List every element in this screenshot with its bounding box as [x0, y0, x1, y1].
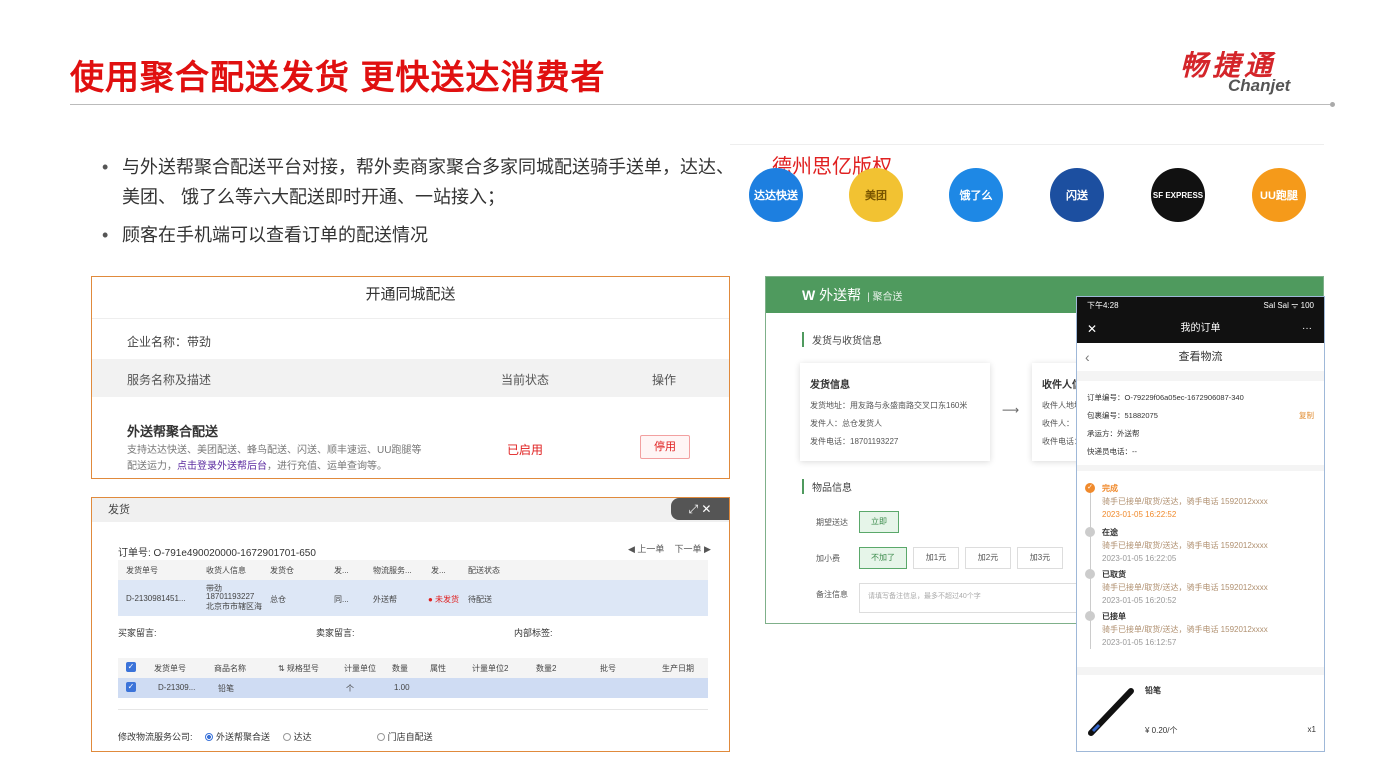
service-status: 已启用 — [507, 443, 544, 457]
dot-icon — [1085, 569, 1095, 579]
company-name: 企业名称：带劲 — [127, 335, 212, 349]
col-action: 操作 — [652, 373, 677, 387]
product-card: 铅笔 ¥ 0.20/个 x1 — [1077, 675, 1324, 751]
back-icon[interactable]: ‹ — [1085, 343, 1090, 371]
note-label: 备注信息 — [816, 590, 848, 599]
panel-title: 开通同城配送 — [92, 277, 729, 319]
radio-waisongbang[interactable] — [205, 733, 214, 741]
radio-dada[interactable] — [282, 733, 291, 741]
eleme-logo-icon: 饿了么 — [949, 168, 1003, 222]
title-divider — [70, 104, 1330, 105]
sender-card: 发货信息 发货地址：用友路与永盛南路交叉口东160米 发件人：总仓发货人 发件电… — [800, 363, 990, 461]
carrier-selector: 修改物流服务公司: 外送帮聚合送 达达 门店自配送 — [118, 732, 433, 742]
table-row[interactable]: ✓ D-21309... 铅笔 个 1.00 — [118, 678, 708, 698]
dot-icon — [1085, 611, 1095, 621]
bullet-item: 与外送帮聚合配送平台对接，帮外卖商家聚合多家同城配送骑手送单，达达、 美团、 饿… — [100, 152, 750, 212]
section-title: 发货与收货信息 — [802, 332, 882, 347]
waisongbang-logo-icon: W — [802, 287, 816, 303]
panel-title: 发货 — [92, 498, 729, 522]
section-title: 物品信息 — [802, 479, 852, 494]
bullet-list: 与外送帮聚合配送平台对接，帮外卖商家聚合多家同城配送骑手送单，达达、 美团、 饿… — [100, 152, 750, 258]
phone-tracking-screen: 下午4:28 Sal Sal ᯤ 100 ✕ 我的订单 ··· ‹ 查看物流 订… — [1076, 296, 1325, 752]
table-row[interactable]: D-2130981451... 带劲 18701193227 北京市市辖区海 总… — [118, 580, 708, 616]
activate-delivery-panel: 开通同城配送 企业名称：带劲 服务名称及描述 当前状态 操作 外送帮聚合配送 支… — [91, 276, 730, 479]
arrow-icon: ⟶ — [1002, 403, 1020, 417]
tip-chip[interactable]: 加2元 — [965, 547, 1011, 569]
shipping-panel: 发货 ⤢ ✕ 订单号: O-791e490020000-1672901701-6… — [91, 497, 730, 752]
logo-row-divider — [730, 144, 1324, 145]
col-service: 服务名称及描述 — [127, 373, 212, 387]
note-input[interactable]: 请填写备注信息，最多不超过40个字 — [859, 583, 1089, 613]
disable-button[interactable]: 停用 — [640, 435, 690, 459]
order-info: 订单编号：O-79229f06a05ec-1672906087-340 包裹编号… — [1077, 381, 1324, 465]
col-status: 当前状态 — [501, 373, 550, 387]
service-name: 外送帮聚合配送 — [127, 424, 219, 439]
shipment-table-header: 发货单号 收货人信息 发货仓 发... 物流服务... 发... 配送状态 — [118, 560, 708, 580]
close-icon[interactable]: ✕ — [1087, 315, 1097, 343]
title-divider-dot — [1330, 102, 1335, 107]
prev-order-button[interactable]: ◀ 上一单 — [628, 544, 664, 554]
expect-label: 期望送达 — [816, 518, 848, 527]
tip-chip[interactable]: 加3元 — [1017, 547, 1063, 569]
more-icon[interactable]: ··· — [1302, 315, 1312, 343]
phone-subtitle-bar: ‹ 查看物流 — [1077, 343, 1324, 371]
copy-button[interactable]: 复制 — [1299, 407, 1314, 425]
dot-icon — [1085, 527, 1095, 537]
check-icon: ✓ — [1085, 483, 1095, 493]
phone-title-bar: ✕ 我的订单 ··· — [1077, 315, 1324, 343]
product-qty: x1 — [1307, 725, 1316, 734]
slide-title: 使用聚合配送发货 更快送达消费者 — [70, 59, 606, 97]
phone-status-bar: 下午4:28 Sal Sal ᯤ 100 — [1077, 297, 1324, 315]
table-header: 服务名称及描述 当前状态 操作 — [92, 359, 729, 397]
login-backend-link[interactable]: 点击登录外送帮后台 — [177, 461, 267, 472]
next-order-button[interactable]: 下一单 ▶ — [674, 544, 710, 554]
order-nav: ◀ 上一单 下一单 ▶ — [628, 542, 711, 555]
goods-table-header: ✓ 发货单号 商品名称 ⇅ 规格型号 计量单位 数量 属性 计量单位2 数量2 … — [118, 658, 708, 678]
meituan-logo-icon: 美团 — [849, 168, 903, 222]
expect-now-chip[interactable]: 立即 — [859, 511, 899, 533]
expand-close-icon[interactable]: ⤢ ✕ — [671, 498, 729, 520]
sf-express-logo-icon: SF EXPRESS — [1151, 168, 1205, 222]
dada-logo-icon: 达达快送 — [749, 168, 803, 222]
bullet-item: 顾客在手机端可以查看订单的配送情况 — [100, 220, 750, 250]
row-checkbox[interactable]: ✓ — [126, 682, 136, 692]
tip-label: 加小费 — [816, 554, 840, 563]
product-price: ¥ 0.20/个 — [1145, 726, 1178, 735]
table-empty-row — [118, 698, 708, 710]
tracking-timeline: ✓ 完成 骑手已接单/取货/送达，骑手电话 1592012xxxx 2023-01-… — [1077, 471, 1324, 667]
product-name: 铅笔 — [1145, 686, 1161, 695]
order-number: 订单号: O-791e490020000-1672901701-650 — [118, 548, 316, 559]
pencil-icon — [1088, 688, 1134, 736]
tip-chip[interactable]: 加1元 — [913, 547, 959, 569]
chanjet-logo-en: Chanjet — [1228, 76, 1291, 95]
tip-chip[interactable]: 不加了 — [859, 547, 907, 569]
radio-store-delivery[interactable] — [376, 733, 385, 741]
service-description: 支持达达快送、美团配送、蜂鸟配送、闪送、顺丰速运、UU跑腿等配送运力，点击登录外… — [127, 445, 422, 472]
shansong-logo-icon: 闪送 — [1050, 168, 1104, 222]
uu-paotui-logo-icon: UU跑腿 — [1252, 168, 1306, 222]
select-all-checkbox[interactable]: ✓ — [126, 662, 136, 672]
